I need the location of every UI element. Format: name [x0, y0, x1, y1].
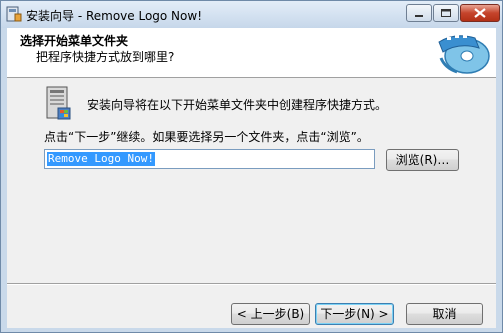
page-title: 选择开始菜单文件夹 — [20, 34, 129, 48]
minimize-icon — [415, 15, 423, 17]
start-menu-folder-icon — [46, 86, 71, 120]
page-subtitle: 把程序快捷方式放到哪里? — [36, 50, 175, 64]
wizard-client-area: 选择开始菜单文件夹 把程序快捷方式放到哪里? 安装向导将在以下开始菜单文件夹中创… — [7, 28, 496, 328]
browse-button[interactable]: 浏览(R)… — [386, 149, 459, 171]
film-cd-logo-icon — [438, 35, 490, 74]
cancel-button[interactable]: 取消 — [406, 303, 483, 325]
intro-text: 安装向导将在以下开始菜单文件夹中创建程序快捷方式。 — [87, 98, 388, 112]
setup-app-icon — [6, 6, 22, 22]
close-button[interactable] — [460, 4, 500, 22]
installer-window: 安装向导 - Remove Logo Now! 选择开始菜单文件夹 把程序快捷方… — [0, 0, 503, 333]
folder-input-value: Remove Logo Now! — [47, 152, 155, 166]
maximize-button[interactable] — [433, 4, 459, 22]
instruction-text: 点击“下一步”继续。如果要选择另一个文件夹，点击“浏览”。 — [44, 130, 369, 144]
close-icon — [474, 8, 486, 18]
title-bar[interactable]: 安装向导 - Remove Logo Now! — [1, 1, 502, 28]
next-button[interactable]: 下一步(N) > — [315, 303, 394, 325]
maximize-icon — [441, 9, 451, 17]
back-button[interactable]: < 上一步(B) — [231, 303, 310, 325]
wizard-header: 选择开始菜单文件夹 把程序快捷方式放到哪里? — [7, 28, 496, 78]
start-menu-folder-input[interactable]: Remove Logo Now! — [44, 149, 375, 169]
footer-divider — [7, 283, 496, 285]
minimize-button[interactable] — [406, 4, 432, 22]
window-title: 安装向导 - Remove Logo Now! — [26, 9, 203, 23]
